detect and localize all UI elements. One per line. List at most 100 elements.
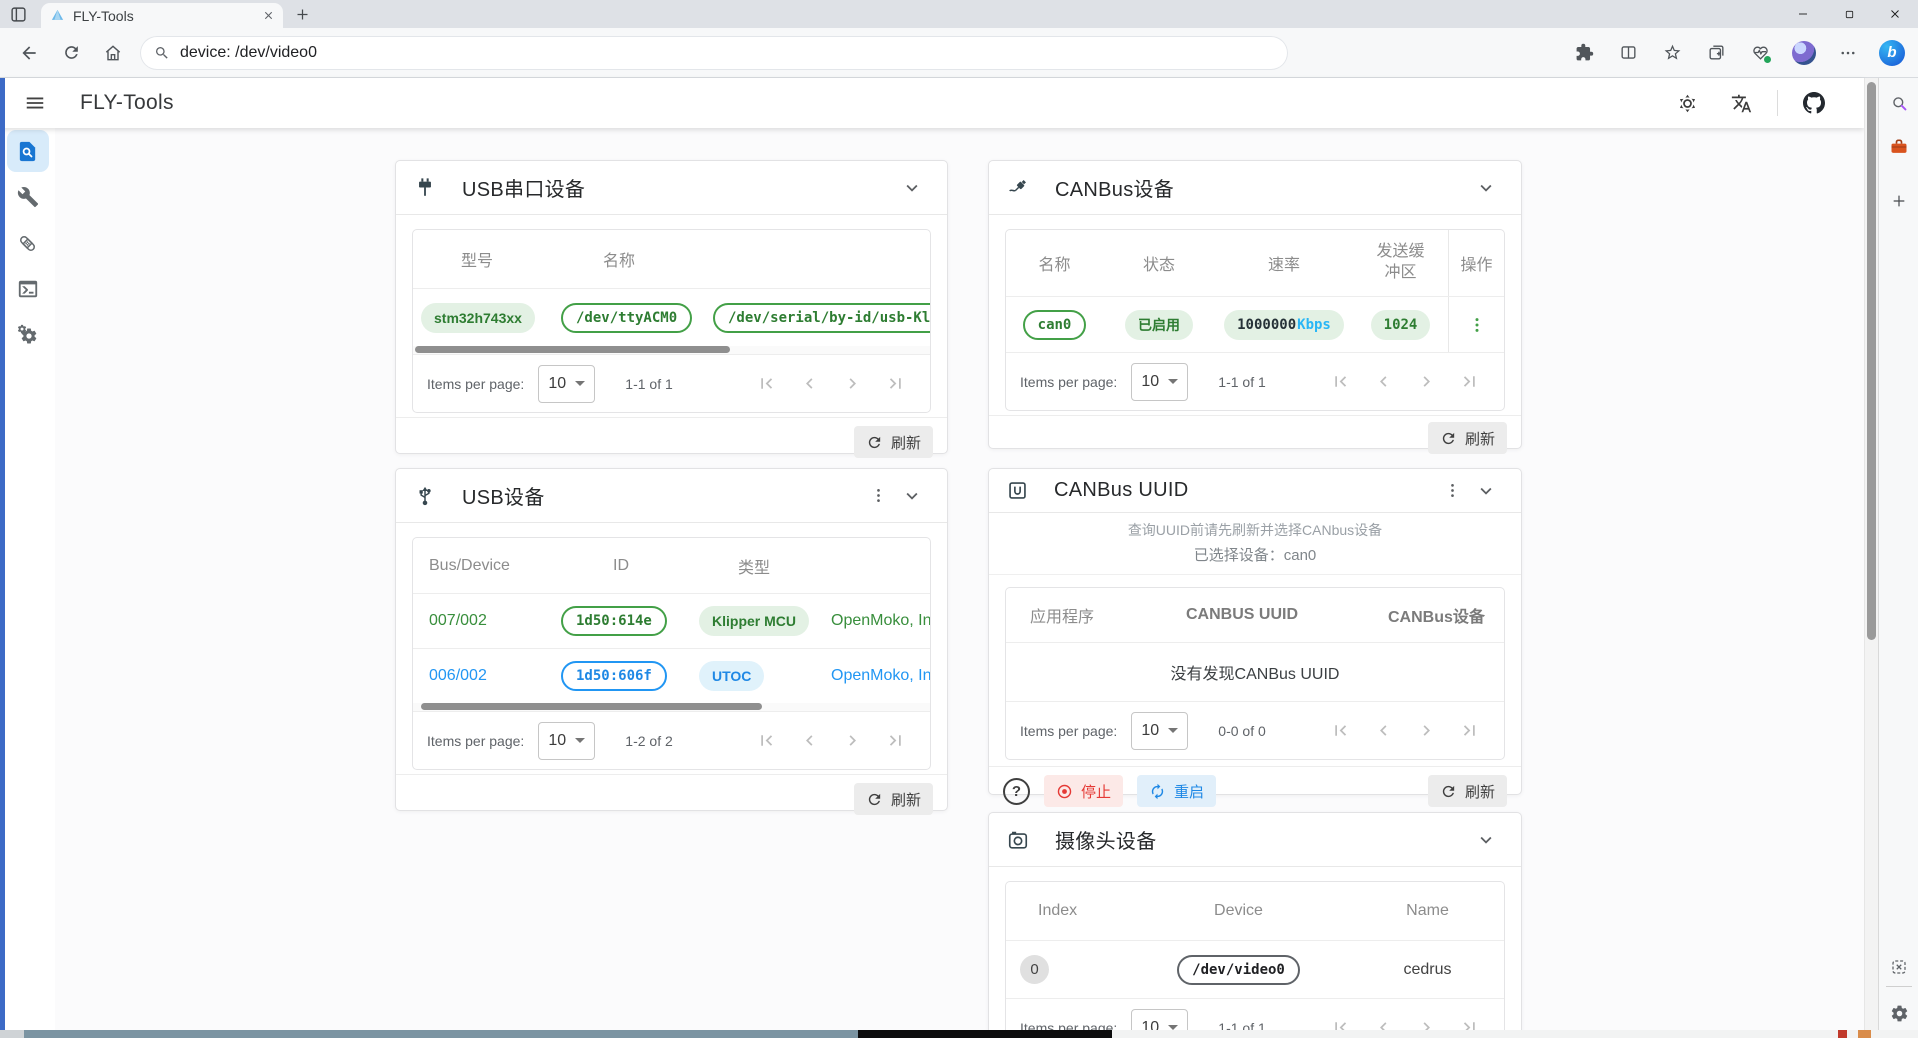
last-page-icon[interactable] xyxy=(1459,371,1480,392)
new-tab-button[interactable] xyxy=(295,7,310,22)
web-capture-icon[interactable] xyxy=(1879,950,1918,984)
add-sidebar-item-icon[interactable] xyxy=(1879,184,1918,218)
shopping-search-icon[interactable] xyxy=(1879,86,1918,120)
minimize-button[interactable] xyxy=(1780,0,1826,28)
refresh-button[interactable]: 刷新 xyxy=(854,783,933,815)
split-screen-icon[interactable] xyxy=(1610,35,1646,71)
scrollbar-thumb[interactable] xyxy=(421,703,762,710)
page-size-select[interactable]: 10 xyxy=(1131,363,1188,401)
close-button[interactable] xyxy=(1872,0,1918,28)
last-page-icon[interactable] xyxy=(1459,1017,1480,1030)
prev-page-icon[interactable] xyxy=(1373,371,1394,392)
table-header-row: 型号 名称 xyxy=(413,230,930,288)
app-scrollbar[interactable] xyxy=(1864,78,1878,1030)
model-chip: stm32h743xx xyxy=(421,303,535,333)
card-menu-icon[interactable] xyxy=(1435,474,1469,508)
refresh-icon xyxy=(1440,430,1457,447)
table-row[interactable]: can0 已启用 1000000Kbps 1024 xyxy=(1006,296,1504,352)
refresh-icon[interactable] xyxy=(50,32,92,74)
scrollbar-thumb[interactable] xyxy=(415,346,730,353)
help-button[interactable]: ? xyxy=(1003,778,1030,805)
horizontal-scrollbar[interactable] xyxy=(413,703,930,711)
page-size-select[interactable]: 10 xyxy=(538,365,595,403)
sidebar-item-repair[interactable] xyxy=(0,220,55,266)
last-page-icon[interactable] xyxy=(885,730,906,751)
page-size-value: 10 xyxy=(548,732,566,750)
bing-copilot-icon[interactable]: b xyxy=(1874,35,1910,71)
address-bar[interactable]: device: /dev/video0 xyxy=(140,36,1288,70)
scrollbar-thumb[interactable] xyxy=(1867,82,1876,640)
page-size-select[interactable]: 10 xyxy=(538,722,595,760)
stop-button[interactable]: 停止 xyxy=(1044,775,1123,807)
card-header: 摄像头设备 xyxy=(989,813,1521,867)
profile-avatar[interactable] xyxy=(1786,35,1822,71)
menu-icon[interactable] xyxy=(14,82,56,124)
translate-icon[interactable] xyxy=(1723,85,1759,121)
browser-tab[interactable]: FLY-Tools xyxy=(41,3,283,28)
refresh-label: 刷新 xyxy=(1465,428,1495,449)
column-header: ID xyxy=(555,557,687,575)
extensions-icon[interactable] xyxy=(1566,35,1602,71)
first-page-icon[interactable] xyxy=(756,373,777,394)
tab-search-icon[interactable] xyxy=(10,6,27,23)
card-menu-icon[interactable] xyxy=(861,479,895,513)
theme-toggle-icon[interactable] xyxy=(1669,85,1705,121)
prev-page-icon[interactable] xyxy=(1373,720,1394,741)
refresh-button[interactable]: 刷新 xyxy=(854,426,933,458)
next-page-icon[interactable] xyxy=(1416,1017,1437,1030)
collapse-chevron-icon[interactable] xyxy=(1469,823,1503,857)
table-row[interactable]: 006/002 1d50:606f UTOC OpenMoko, Inc. G xyxy=(413,648,930,703)
favorites-icon[interactable] xyxy=(1654,35,1690,71)
edge-sidebar xyxy=(1878,78,1918,1030)
home-icon[interactable] xyxy=(92,32,134,74)
items-per-page-label: Items per page: xyxy=(1020,723,1117,739)
prev-page-icon[interactable] xyxy=(1373,1017,1394,1030)
refresh-button[interactable]: 刷新 xyxy=(1428,775,1507,807)
toolbox-icon[interactable] xyxy=(1879,130,1918,164)
sidebar-settings-icon[interactable] xyxy=(1879,996,1918,1030)
prev-page-icon[interactable] xyxy=(799,373,820,394)
maximize-button[interactable] xyxy=(1826,0,1872,28)
sidebar-item-tools[interactable] xyxy=(0,174,55,220)
github-icon[interactable] xyxy=(1796,85,1832,121)
tab-close-icon[interactable] xyxy=(263,10,274,21)
usb-id-chip: 1d50:614e xyxy=(561,606,667,636)
first-page-icon[interactable] xyxy=(1330,720,1351,741)
table-row[interactable]: 0 /dev/video0 cedrus xyxy=(1006,940,1504,998)
next-page-icon[interactable] xyxy=(842,730,863,751)
next-page-icon[interactable] xyxy=(842,373,863,394)
pagination-arrows xyxy=(1330,1017,1480,1030)
collapse-chevron-icon[interactable] xyxy=(1469,171,1503,205)
page-size-select[interactable]: 10 xyxy=(1131,712,1188,750)
last-page-icon[interactable] xyxy=(885,373,906,394)
collapse-chevron-icon[interactable] xyxy=(895,479,929,513)
table-header-row: 名称 状态 速率 发送缓冲区 操作 xyxy=(1006,230,1504,296)
row-actions[interactable] xyxy=(1448,297,1504,352)
sidebar-item-device-search[interactable] xyxy=(0,128,55,174)
collapse-chevron-icon[interactable] xyxy=(1469,474,1503,508)
table-row[interactable]: 007/002 1d50:614e Klipper MCU OpenMoko, … xyxy=(413,593,930,648)
sidebar-item-terminal[interactable] xyxy=(0,266,55,312)
page-size-select[interactable]: 10 xyxy=(1131,1009,1188,1031)
browser-menu-icon[interactable] xyxy=(1830,35,1866,71)
first-page-icon[interactable] xyxy=(1330,1017,1351,1030)
restart-button[interactable]: 重启 xyxy=(1137,775,1216,807)
collections-icon[interactable] xyxy=(1698,35,1734,71)
collapse-chevron-icon[interactable] xyxy=(895,171,929,205)
back-icon[interactable] xyxy=(8,32,50,74)
usb-serial-table: 型号 名称 stm32h743xx /dev/ttyACM0 /dev/seri… xyxy=(412,229,931,413)
first-page-icon[interactable] xyxy=(756,730,777,751)
table-row[interactable]: stm32h743xx /dev/ttyACM0 /dev/serial/by-… xyxy=(413,288,930,346)
prev-page-icon[interactable] xyxy=(799,730,820,751)
sidebar-item-settings[interactable] xyxy=(0,312,55,358)
card-header: CANBus设备 xyxy=(989,161,1521,215)
browser-essentials-icon[interactable] xyxy=(1742,35,1778,71)
refresh-button[interactable]: 刷新 xyxy=(1428,422,1507,454)
next-page-icon[interactable] xyxy=(1416,720,1437,741)
last-page-icon[interactable] xyxy=(1459,720,1480,741)
first-page-icon[interactable] xyxy=(1330,371,1351,392)
next-page-icon[interactable] xyxy=(1416,371,1437,392)
rate-chip: 1000000Kbps xyxy=(1224,310,1344,340)
usb-plug-icon xyxy=(414,177,436,199)
horizontal-scrollbar[interactable] xyxy=(413,346,930,354)
